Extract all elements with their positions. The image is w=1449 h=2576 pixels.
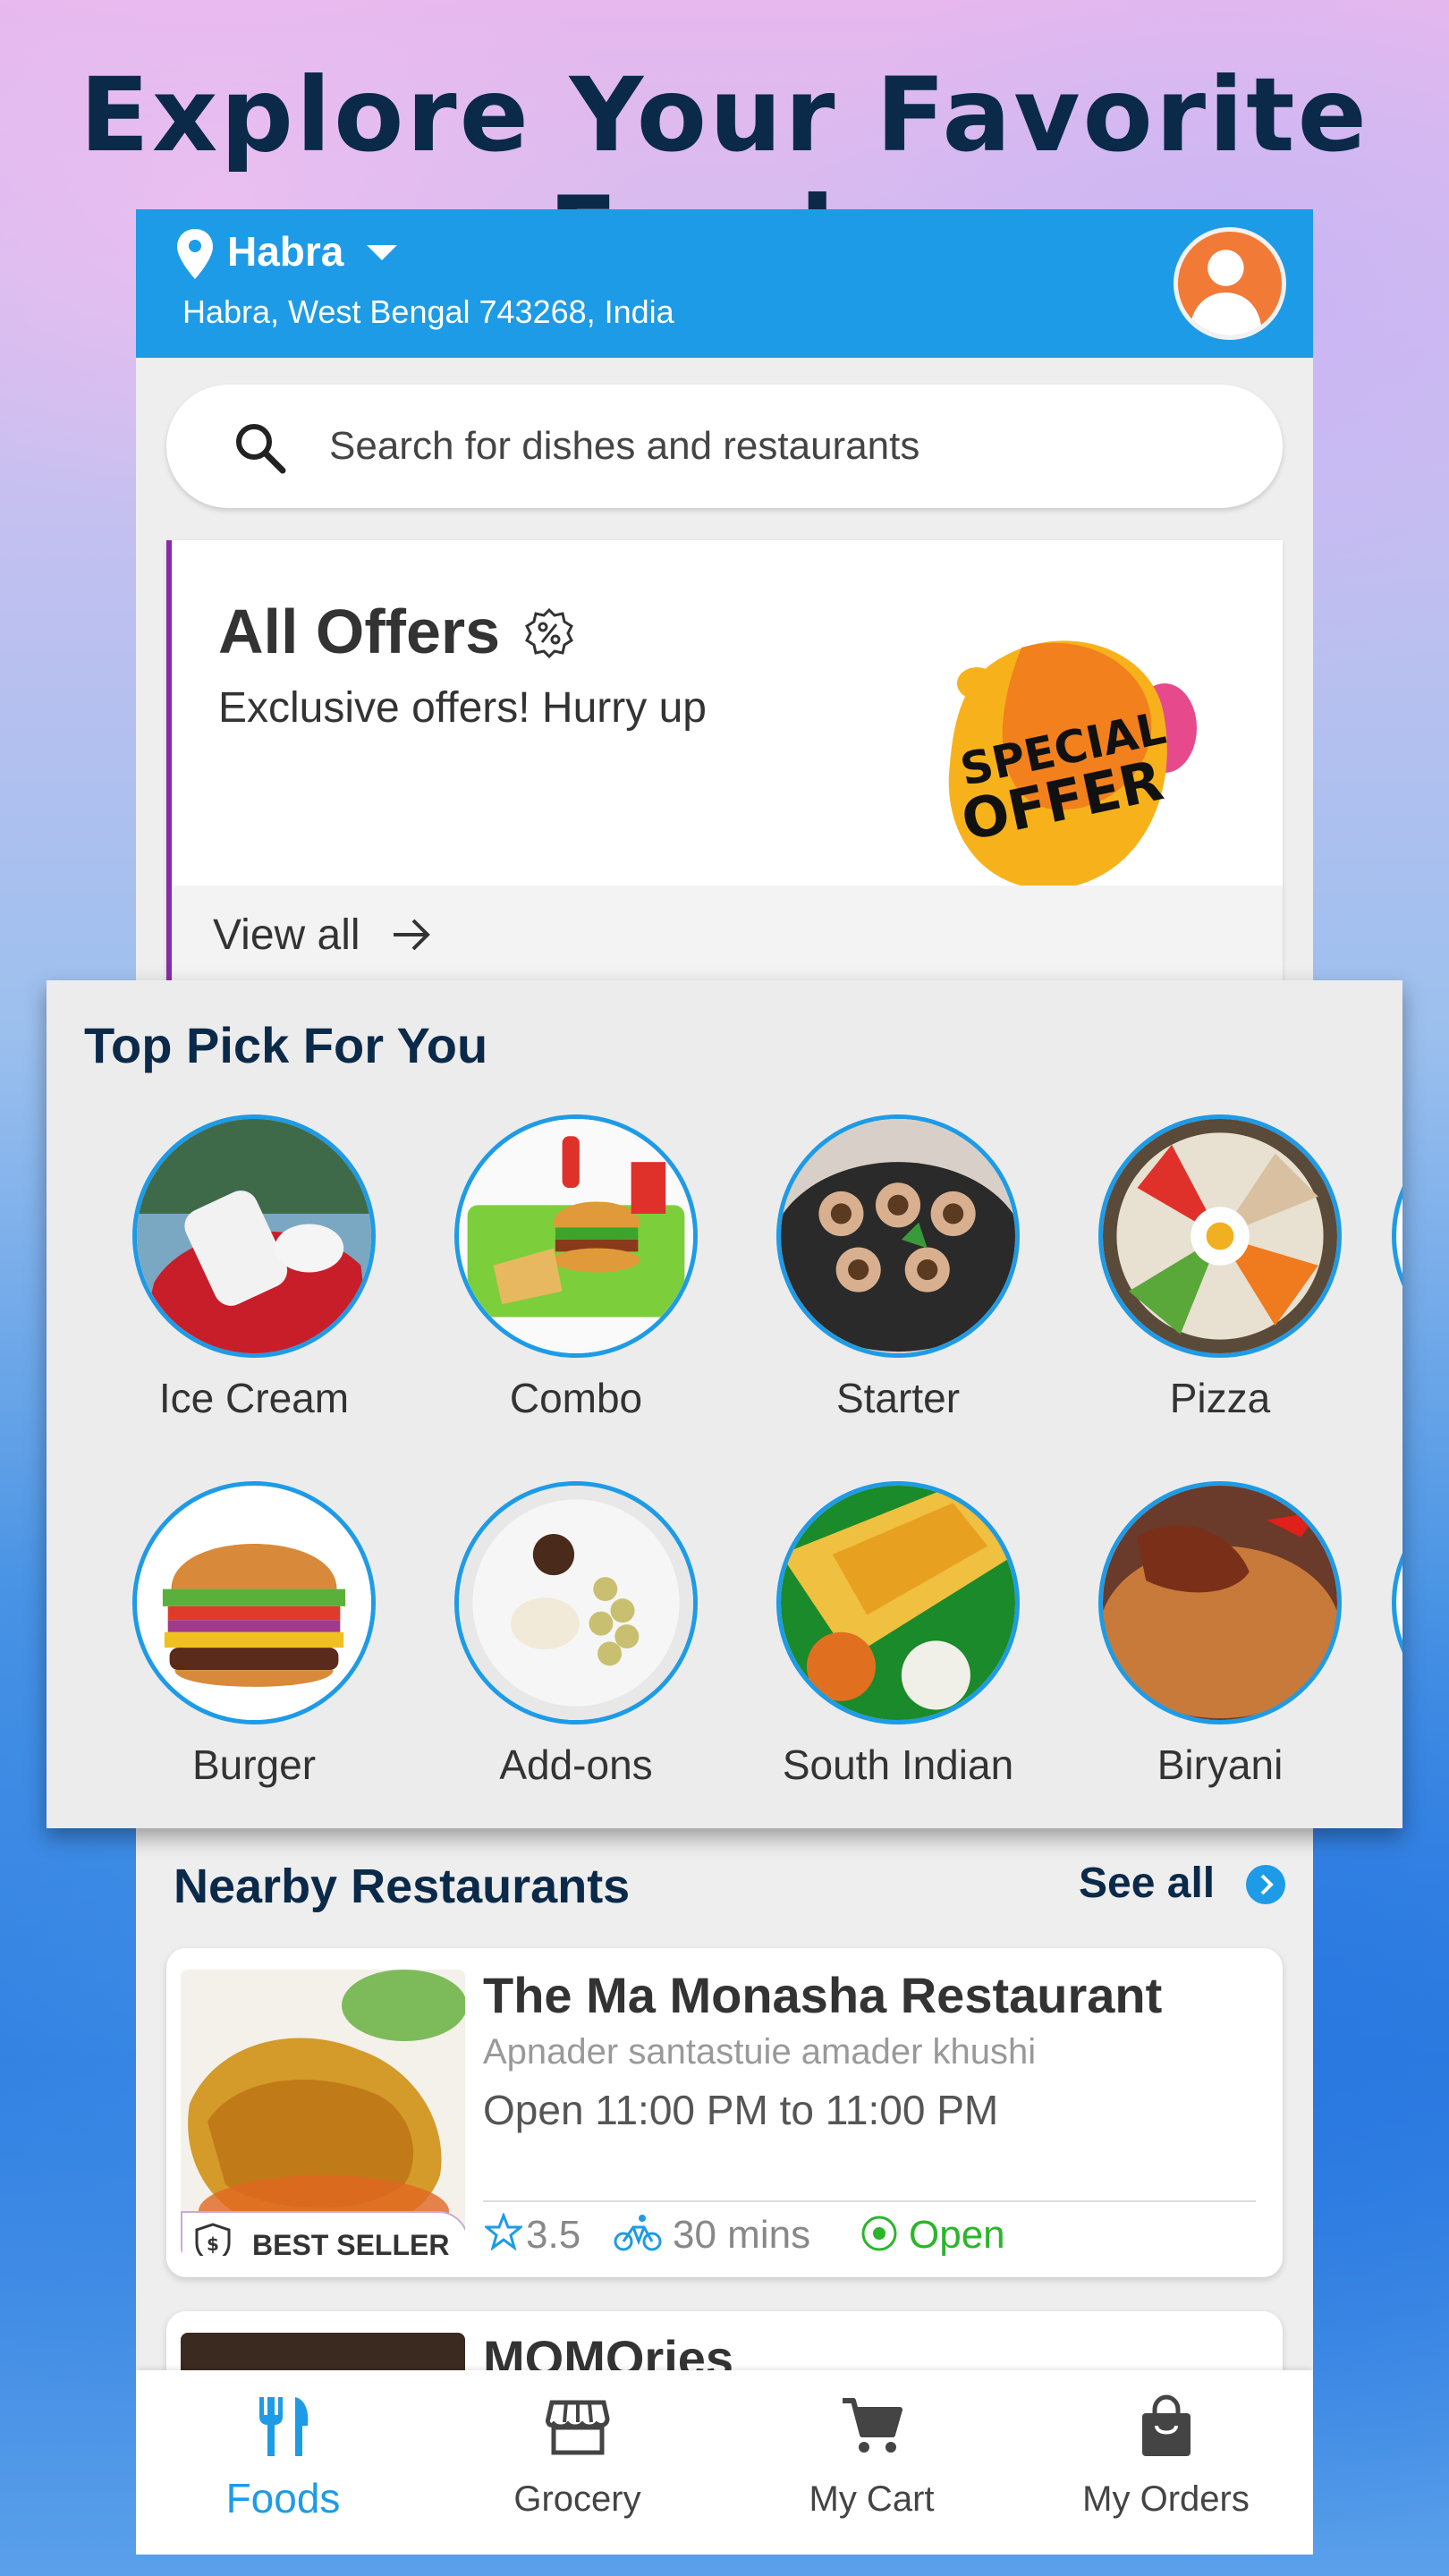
category-image xyxy=(1392,1481,1402,1724)
nav-label: My Orders xyxy=(1082,2479,1250,2519)
category-south-indian[interactable]: South Indian xyxy=(764,1481,1032,1789)
category-image xyxy=(1098,1114,1342,1358)
category-image xyxy=(454,1114,698,1358)
fork-knife-icon xyxy=(259,2397,309,2456)
category-label: Ice Cream xyxy=(158,1375,350,1421)
category-image xyxy=(776,1114,1020,1358)
open-status: Open xyxy=(909,2213,1005,2257)
restaurant-card[interactable]: $ BEST SELLER The Ma Monasha Restaurant … xyxy=(166,1948,1283,2277)
nav-label: Foods xyxy=(225,2475,341,2521)
restaurant-hours: Open 11:00 PM to 11:00 PM xyxy=(483,2087,999,2133)
offers-title: All Offers xyxy=(218,597,501,666)
bag-icon xyxy=(1142,2394,1191,2456)
cart-icon xyxy=(843,2398,902,2453)
profile-avatar[interactable] xyxy=(1174,227,1286,340)
offers-subtitle: Exclusive offers! Hurry up xyxy=(218,684,707,732)
restaurant-rating: 3.5 xyxy=(526,2213,581,2257)
category-starter[interactable]: Starter xyxy=(764,1114,1032,1422)
delivery-time: 30 mins xyxy=(673,2213,811,2257)
offers-card[interactable]: All Offers Exclusive offers! Hurry up SP… xyxy=(166,540,1283,1023)
chevron-down-icon[interactable] xyxy=(367,245,397,260)
category-label: Starter xyxy=(835,1375,961,1421)
search-placeholder: Search for dishes and restaurants xyxy=(329,424,920,468)
nav-foods[interactable]: Foods xyxy=(136,2370,430,2555)
divider xyxy=(483,2200,1256,2202)
store-icon xyxy=(546,2400,610,2455)
category-image xyxy=(1392,1114,1402,1358)
category-biryani[interactable]: Biryani xyxy=(1086,1481,1354,1789)
category-ice-cream[interactable]: Ice Cream xyxy=(120,1114,388,1422)
restaurant-tagline: Apnader santastuie amader khushi xyxy=(483,2032,1037,2072)
best-seller-badge: $ BEST SELLER xyxy=(181,2211,465,2256)
category-burger[interactable]: Burger xyxy=(120,1481,388,1789)
search-input[interactable]: Search for dishes and restaurants xyxy=(166,385,1283,508)
category-more[interactable] xyxy=(1379,1481,1402,1724)
arrow-right-icon[interactable] xyxy=(390,912,435,957)
category-image xyxy=(1098,1481,1342,1724)
address-text: Habra, West Bengal 743268, India xyxy=(182,293,674,330)
category-image xyxy=(132,1114,376,1358)
location-header: Habra Habra, West Bengal 743268, India xyxy=(136,209,1313,358)
category-add-ons[interactable]: Add-ons xyxy=(442,1481,710,1789)
user-icon xyxy=(1189,250,1262,335)
best-seller-label: BEST SELLER xyxy=(252,2229,450,2256)
nav-label: My Cart xyxy=(809,2479,935,2519)
top-pick-panel: Top Pick For You Ice Cream Combo Starter… xyxy=(47,980,1402,1828)
bottom-navigation: Foods Grocery My Cart My Orders xyxy=(136,2370,1313,2555)
discount-badge-icon xyxy=(525,607,573,659)
city-selector[interactable]: Habra xyxy=(227,227,343,275)
view-all-link[interactable]: View all xyxy=(213,911,360,960)
open-status-icon xyxy=(861,2216,897,2251)
nav-my-cart[interactable]: My Cart xyxy=(724,2370,1019,2555)
category-label: Biryani xyxy=(1157,1741,1284,1788)
nav-my-orders[interactable]: My Orders xyxy=(1019,2370,1313,2555)
nav-grocery[interactable]: Grocery xyxy=(430,2370,724,2555)
category-combo[interactable]: Combo xyxy=(442,1114,710,1422)
search-icon xyxy=(236,424,286,474)
category-label: Pizza xyxy=(1169,1375,1271,1421)
see-all-link[interactable]: See all xyxy=(1079,1859,1215,1908)
category-image xyxy=(454,1481,698,1724)
category-label: South Indian xyxy=(782,1741,1014,1788)
chevron-right-circle-icon[interactable] xyxy=(1245,1864,1286,1905)
nearby-restaurants-title: Nearby Restaurants xyxy=(174,1860,631,1913)
restaurant-name: The Ma Monasha Restaurant xyxy=(483,1967,1163,2023)
svg-text:$: $ xyxy=(207,2233,219,2255)
category-image xyxy=(776,1481,1020,1724)
top-pick-title: Top Pick For You xyxy=(84,1017,488,1073)
nav-label: Grocery xyxy=(513,2479,641,2519)
category-label: Add-ons xyxy=(499,1741,653,1788)
shield-badge-icon: $ xyxy=(195,2223,231,2256)
category-label: Combo xyxy=(509,1375,643,1421)
category-more[interactable] xyxy=(1379,1114,1402,1358)
category-image xyxy=(132,1481,376,1724)
category-label: Burger xyxy=(191,1741,317,1788)
location-pin-icon xyxy=(177,229,213,279)
special-offer-badge: SPECIAL OFFER xyxy=(948,640,1197,890)
category-pizza[interactable]: Pizza xyxy=(1086,1114,1354,1422)
bike-icon xyxy=(614,2215,662,2251)
restaurant-image: $ BEST SELLER xyxy=(181,1970,465,2256)
star-icon xyxy=(485,2213,522,2250)
